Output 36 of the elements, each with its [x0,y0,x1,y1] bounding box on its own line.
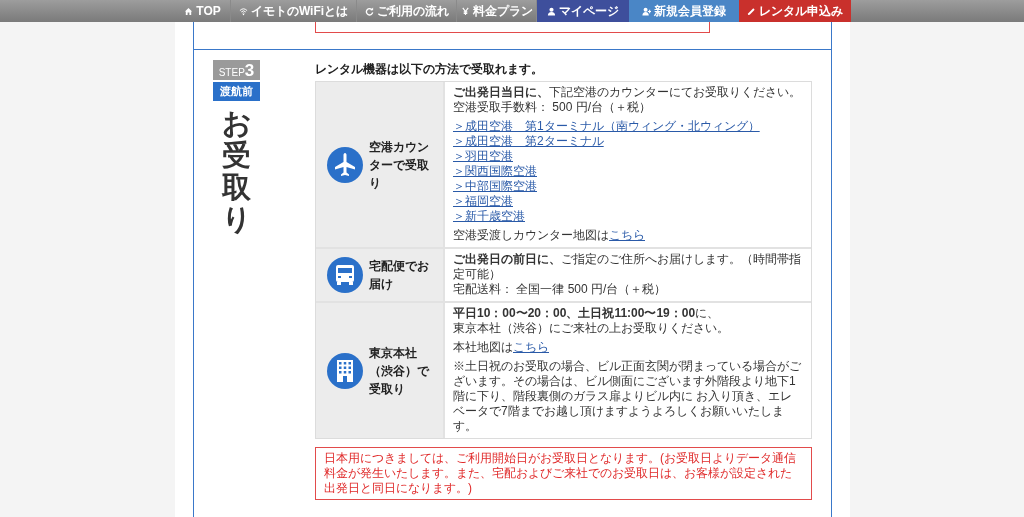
nav-tab[interactable]: マイページ [537,0,629,22]
description-text: 本社地図は [453,340,513,355]
description-text: ご出発日の前日に、ご指定のご住所へお届けします。（時間帯指定可能） 宅配送料： 全国一律 500 円/台（＋税） [453,252,802,297]
description-text: ※土日祝のお受取の場合、ビル正面玄関が閉まっている場合がございます。その場合は、ビル側面にございます外階段より地下1階に下り、階段裏側のガラス扉よりビル内に お入り頂き、エレベータで7階までお越し頂けますようよろしくお願いいたします。 [453,359,802,434]
section-heading: レンタル機器は以下の方法で受取れます。 [315,61,544,78]
map-link[interactable]: こちら [513,340,549,355]
nav-tab[interactable]: 新規会員登録 [629,0,739,22]
notice-text: 日本用につきましては、ご利用開始日がお受取日となります。(お受取日よりデータ通信料金が発生いたします。また、宅配およびご来社でのお受取日は、お客様が設定された出発日と同日になります。) [324,451,797,496]
airport-link[interactable]: ＞成田空港 第1ターミナル（南ウィング・北ウィング） [453,119,760,134]
user-icon [547,6,556,16]
nav-tab[interactable]: レンタル申込み [739,0,851,22]
pencil-icon [747,6,756,16]
map-link[interactable]: こちら [609,228,645,243]
airport-link[interactable]: ＞成田空港 第2ターミナル [453,134,604,149]
description-text: 平日10：00〜20：00、土日祝11:00〜19：00に、 東京本社（渋谷）にご来社の上お受取りください。 [453,306,730,336]
description-text: 空港受渡しカウンター地図は [453,228,609,243]
building-icon [327,352,363,389]
truck-icon [327,257,363,293]
airport-link[interactable]: ＞関西国際空港 [453,164,537,179]
home-icon [184,6,194,16]
wifi-icon [238,6,248,16]
yen-icon [460,6,470,16]
description-text: ご出発日当日に、下記空港のカウンターにてお受取りください。 空港受取手数料： 500 円/台（＋税） [453,85,802,115]
method-label: 宅配便でお届け [369,258,430,293]
method-label: 空港カウンターで受取り [369,138,430,192]
airplane-icon [327,146,363,183]
refresh-icon [364,6,374,16]
user-add-icon [642,6,651,16]
airport-link[interactable]: ＞中部国際空港 [453,179,537,194]
airport-link[interactable]: ＞福岡空港 [453,194,513,209]
method-label: 東京本社（渋谷）で受取り [369,344,431,398]
step-badge: STEP3 [213,60,260,80]
step-title: お受取り [222,108,251,236]
phase-badge: 渡航前 [213,82,260,101]
airport-link[interactable]: ＞新千歳空港 [453,209,525,224]
airport-link[interactable]: ＞羽田空港 [453,149,513,164]
